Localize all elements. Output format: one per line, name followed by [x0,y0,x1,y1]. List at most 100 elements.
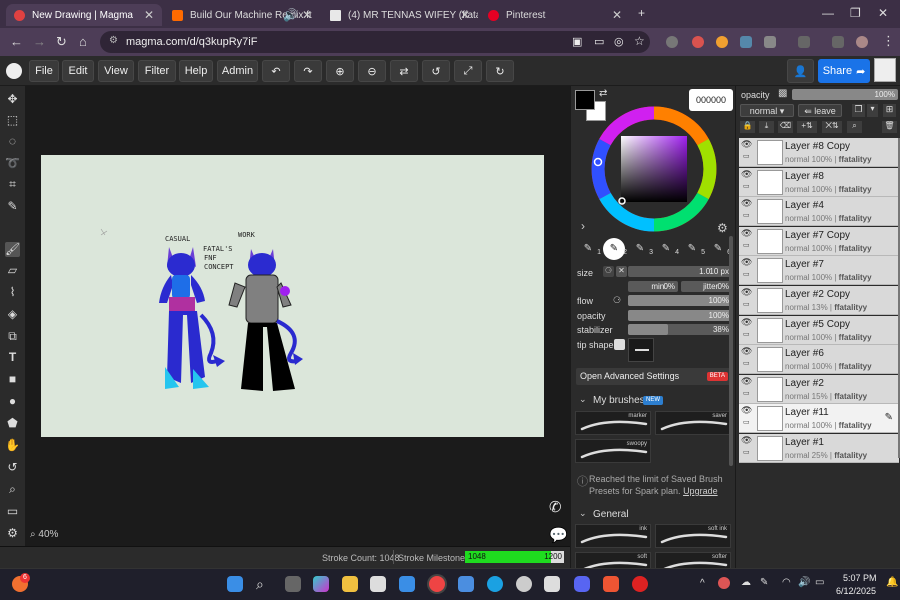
undo-button[interactable]: ↶ [262,60,290,82]
settings-tool-icon[interactable]: ⚙ [5,526,20,541]
edit-pencil-icon[interactable]: ✎ [885,412,893,423]
tip-shape-checkbox[interactable] [614,339,625,350]
extension-icon[interactable] [716,36,728,48]
admin-menu-button[interactable]: Admin [217,60,258,82]
eraser-tool-icon[interactable]: ▱ [5,263,20,278]
file-menu-button[interactable]: File [29,60,59,82]
brush-preset-tile[interactable]: soft ink [655,524,731,548]
magma-logo-icon[interactable] [6,63,22,79]
fullscreen-button[interactable]: ⤢ [454,60,482,82]
transform-layer-icon[interactable]: ⨉⇅ [822,121,842,133]
zoom-in-button[interactable]: ⊕ [326,60,354,82]
add-user-button[interactable]: 👤 [787,59,814,83]
view-menu-button[interactable]: View [98,60,134,82]
layer-row[interactable]: 👁 ▭ Layer #1 normal 25% | ffatalityy [739,434,899,463]
chat-icon[interactable]: 💬 [549,526,568,544]
tab-soundcloud[interactable]: Build Our Machine Remix ft 🔊 ✕ [164,4,320,26]
visibility-eye-icon[interactable]: 👁 [741,405,752,416]
layer-row[interactable]: 👁 ▭ Layer #7 Copy normal 100% | ffatalityy [739,226,899,256]
drawing-canvas[interactable]: CASUAL WORK FATAL'S FNF CONCEPT [41,155,544,437]
close-tab-icon[interactable]: ✕ [144,8,154,22]
layer-row[interactable]: 👁 ▭ Layer #6 normal 100% | ffatalityy [739,345,899,375]
file-explorer-icon[interactable] [342,576,358,592]
layer-row[interactable]: 👁 ▭ Layer #2 Copy normal 13% | ffatalityy [739,286,899,315]
save-page-icon[interactable]: ▣ [572,35,582,48]
visibility-eye-icon[interactable]: 👁 [741,435,752,446]
eyedropper-tool-icon[interactable]: ✎ [5,199,20,214]
zoom-tool-icon[interactable]: ⌕ [5,482,20,497]
close-tab-icon[interactable]: ✕ [460,8,470,22]
volume-icon[interactable]: 🔊 [798,577,810,588]
layer-row[interactable]: 👁 ▭ Layer #8 normal 100% | ffatalityy [739,167,899,197]
flip-button[interactable]: ⇄ [390,60,418,82]
shape-tool-icon[interactable]: ⬟ [5,416,20,431]
lasso-tool-icon[interactable]: ➰ [5,156,20,171]
blend-mode-select[interactable]: normal ▾ [740,104,794,117]
back-icon[interactable]: ← [10,34,23,49]
new-layer-icon[interactable]: ⊞ [883,104,896,117]
jitter-slider[interactable]: jitter 0% [681,281,732,292]
layer-lock-icon[interactable]: ▭ [743,241,750,249]
brush-slot-5[interactable]: ✎ 5 [681,238,705,260]
more-menu-icon[interactable]: ⋮ [882,33,895,49]
new-tab-icon[interactable]: + [638,6,645,20]
move-tool-icon[interactable]: ✥ [5,92,20,107]
forward-icon[interactable]: → [33,34,46,49]
site-info-icon[interactable]: ⚙ [109,35,118,46]
min-slider[interactable]: min 0% [628,281,678,292]
cloud-icon[interactable]: ☁ [741,577,751,588]
brush-slot-6[interactable]: ✎6 [707,238,731,260]
visibility-eye-icon[interactable]: 👁 [741,169,752,180]
clock-date[interactable]: 6/12/2025 [836,586,876,596]
size-lock-icon[interactable]: ✕ [616,266,627,277]
layer-lock-icon[interactable]: ▭ [743,418,750,426]
smudge-tool-icon[interactable]: ⌇ [5,285,20,300]
crop-tool-icon[interactable]: ⌗ [5,177,20,192]
visibility-eye-icon[interactable]: 👁 [741,139,752,150]
layer-lock-icon[interactable]: ▭ [743,300,750,308]
paint-icon[interactable] [603,576,619,592]
tab-search-icon[interactable] [798,36,810,48]
expand-panel-icon[interactable]: › [581,219,585,233]
visibility-eye-icon[interactable]: 👁 [741,257,752,268]
reload-icon[interactable]: ↻ [56,34,67,50]
copilot-icon[interactable] [313,576,329,592]
brush-panel-scrollbar[interactable] [729,236,733,466]
general-brushes-header[interactable]: ⌄ General [571,506,731,522]
puzzle-extensions-icon[interactable] [764,36,776,48]
tab-pinterest[interactable]: Pinterest ✕ [480,4,630,26]
hand-tool-icon[interactable]: ✋ [5,438,20,453]
alpha-lock-icon[interactable]: ▩ [778,88,787,99]
store-icon[interactable] [370,576,386,592]
size-slider[interactable]: 1.0 10 px [628,266,732,277]
brush-slot-2[interactable]: ✎ 2 [603,238,627,260]
duplicate-layer-icon[interactable]: ❐ [852,104,865,117]
layer-row[interactable]: 👁 ▭ Layer #11 normal 100% | ffatalityy ✎ [739,404,899,434]
brush-preset-tile[interactable]: saver [655,411,731,435]
layer-row[interactable]: 👁 ▭ Layer #2 normal 15% | ffatalityy [739,374,899,404]
brush-slot-3[interactable]: ✎ 3 [629,238,653,260]
extension-icon[interactable] [666,36,678,48]
help-menu-button[interactable]: Help [179,60,213,82]
rect-select-tool-icon[interactable]: ⬚ [5,113,20,128]
phone-icon[interactable]: ✆ [549,498,562,516]
rotate-left-button[interactable]: ↺ [422,60,450,82]
color-settings-icon[interactable]: ⚙ [717,221,728,235]
eye-off-icon[interactable]: ◎ [614,35,624,48]
layer-menu-dropdown-icon[interactable]: ▾ [867,104,878,117]
notifications-icon[interactable]: 🔔 [886,577,898,588]
text-tool-icon[interactable]: T [5,350,20,365]
share-button[interactable]: Share ➦ [818,59,870,83]
fill-tool-icon[interactable]: ◈ [5,307,20,322]
lock-layer-icon[interactable]: 🔒 [740,121,755,133]
stabilizer-slider[interactable]: 38% [628,324,732,335]
opera-icon[interactable] [632,576,648,592]
task-view-icon[interactable] [285,576,301,592]
extension-icon[interactable] [692,36,704,48]
tab-tennas[interactable]: (4) MR TENNAS WIFEY (ffatality ✕ [322,4,478,26]
minimize-icon[interactable]: — [822,6,834,20]
zoom-out-button[interactable]: ⊖ [358,60,386,82]
my-brushes-header[interactable]: ⌄ My brushes NEW [571,392,731,408]
visibility-eye-icon[interactable]: 👁 [741,317,752,328]
visibility-eye-icon[interactable]: 👁 [741,376,752,387]
